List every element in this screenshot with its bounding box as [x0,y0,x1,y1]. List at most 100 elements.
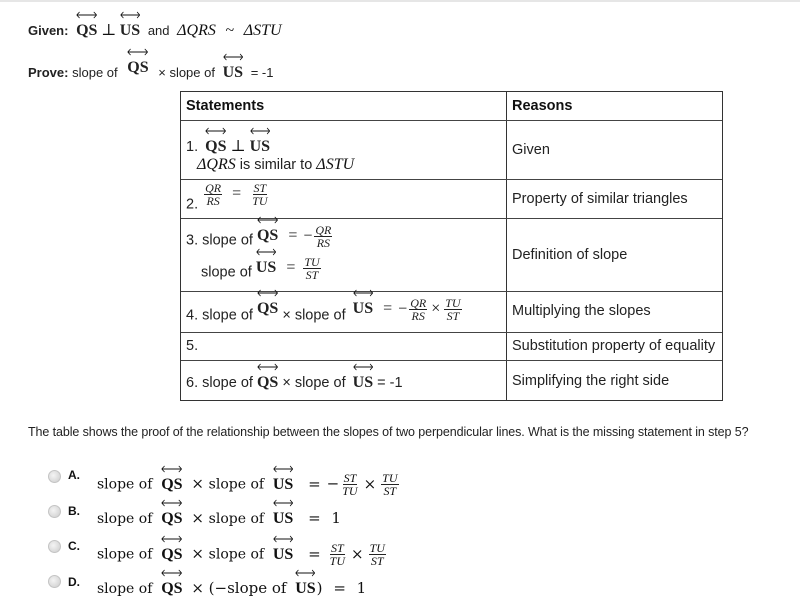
option-c-label[interactable]: C. [68,539,80,553]
prove-label: Prove: [28,65,69,80]
fraction-tu-st: TU ST [303,255,321,282]
line-us: US [256,248,276,277]
option-c-expression[interactable]: slope of QS × slope of US = ST TU × TU ST [97,535,388,568]
triangle-qrs: ΔQRS [197,156,236,173]
times-sign: × [431,300,441,318]
step-number: 2. [186,196,199,213]
slope-of-text: slope of [201,264,252,281]
statement-1-similar: ΔQRS is similar to ΔSTU [197,156,354,174]
times-slope-of-text: × slope of [158,65,215,80]
radio-option-d[interactable] [48,575,61,588]
line-us: US [353,363,373,392]
line-arrow-icon [353,289,373,297]
line-arrow-icon [205,127,226,135]
fraction-tu-st: TU ST [444,296,462,323]
line-arrow-icon [273,499,293,507]
similar-text: is similar to [239,157,313,173]
column-divider [506,92,507,400]
header-statements: Statements [186,98,265,114]
line-arrow-icon [76,11,97,19]
option-a-expression[interactable]: slope of QS × slope of US = − ST TU × TU ST [97,465,401,497]
line-qs: QS [161,569,183,598]
slope-of-text: slope of [202,307,253,324]
step-number: 1. [186,139,199,155]
equals-neg-one: = -1 [250,65,274,80]
line-qs: QS [205,127,226,156]
triangle-qrs: ΔQRS [177,22,216,39]
reason-1: Given [512,142,550,158]
fraction-qr-rs: QR RS [204,181,223,208]
line-qs: QS [257,216,278,245]
step-number: 5. [186,338,199,354]
perpendicular-symbol: ⊥ [101,22,117,39]
line-qs: QS [161,499,183,528]
line-us: US [250,127,270,156]
line-arrow-icon [127,48,149,56]
statement-5: 5. [186,338,198,354]
fraction-qr-rs: QR RS [314,223,333,250]
line-us: US [353,289,373,318]
option-b-expression[interactable]: slope of QS × slope of US = 1 [97,499,341,528]
line-qs: QS [257,289,278,318]
line-arrow-icon [273,465,293,473]
fraction-qr-rs: QR RS [409,296,428,323]
statement-6: 6. slope of QS × slope of US = -1 [186,363,403,392]
and-text: and [147,23,170,38]
line-arrow-icon [295,569,316,577]
line-arrow-icon [256,248,276,256]
equals-neg-one: = -1 [377,375,403,391]
reason-6: Simplifying the right side [512,373,670,389]
line-qs: QS [161,465,183,494]
reason-2: Property of similar triangles [512,191,688,207]
line-arrow-icon [161,465,183,473]
line-qs: QS [257,363,278,392]
line-qs: QS [127,48,149,77]
header-reasons: Reasons [512,98,573,114]
given-label: Given: [28,23,69,38]
line-arrow-icon [161,535,183,543]
option-d-expression[interactable]: slope of QS × (−slope of US) = 1 [97,569,366,598]
radio-option-c[interactable] [48,540,61,553]
line-arrow-icon [257,363,278,371]
question-text: The table shows the proof of the relatio… [28,425,749,439]
line-us: US [223,53,243,82]
given-statement: Given: QS ⊥ US and ΔQRS ~ ΔSTU [28,11,282,40]
prove-statement: Prove: slope of QS × slope of US = -1 [28,48,274,82]
option-d-label[interactable]: D. [68,575,80,589]
row-divider [181,332,722,333]
equals-sign: = [232,185,242,203]
line-arrow-icon [161,569,183,577]
line-us: US [120,11,140,40]
slope-of-text: slope of [202,232,253,249]
reason-5: Substitution property of equality [512,338,716,354]
line-us: US [273,499,293,528]
slope-of-text: slope of [202,375,253,391]
line-arrow-icon [273,535,293,543]
proof-table: Statements Reasons 1. QS ⊥ US ΔQRS is si… [180,91,723,401]
step-number: 6. [186,375,199,391]
times-slope-of-text: × slope of [282,375,346,391]
equals-sign: = [288,227,298,245]
minus-sign: − [303,227,313,245]
line-arrow-icon [161,499,183,507]
statement-1: 1. QS ⊥ US [186,127,270,156]
times-slope-of-text: × slope of [282,307,346,324]
line-us: US [273,465,293,494]
equals-sign: = [286,259,296,277]
statement-3-line-1: 3. slope of QS = − QR RS [186,216,334,250]
radio-option-a[interactable] [48,470,61,483]
fraction-st-tu: ST TU [329,541,346,568]
line-arrow-icon [353,363,373,371]
minus-sign: − [398,300,408,318]
triangle-stu: ΔSTU [316,156,355,173]
reason-4: Multiplying the slopes [512,303,651,319]
radio-option-b[interactable] [48,505,61,518]
line-arrow-icon [257,289,278,297]
option-a-label[interactable]: A. [68,468,80,482]
line-us: US [295,569,316,598]
fraction-tu-st: TU ST [368,541,386,568]
line-qs: QS [76,11,97,40]
row-divider [181,179,722,180]
option-b-label[interactable]: B. [68,504,80,518]
line-arrow-icon [257,216,278,224]
